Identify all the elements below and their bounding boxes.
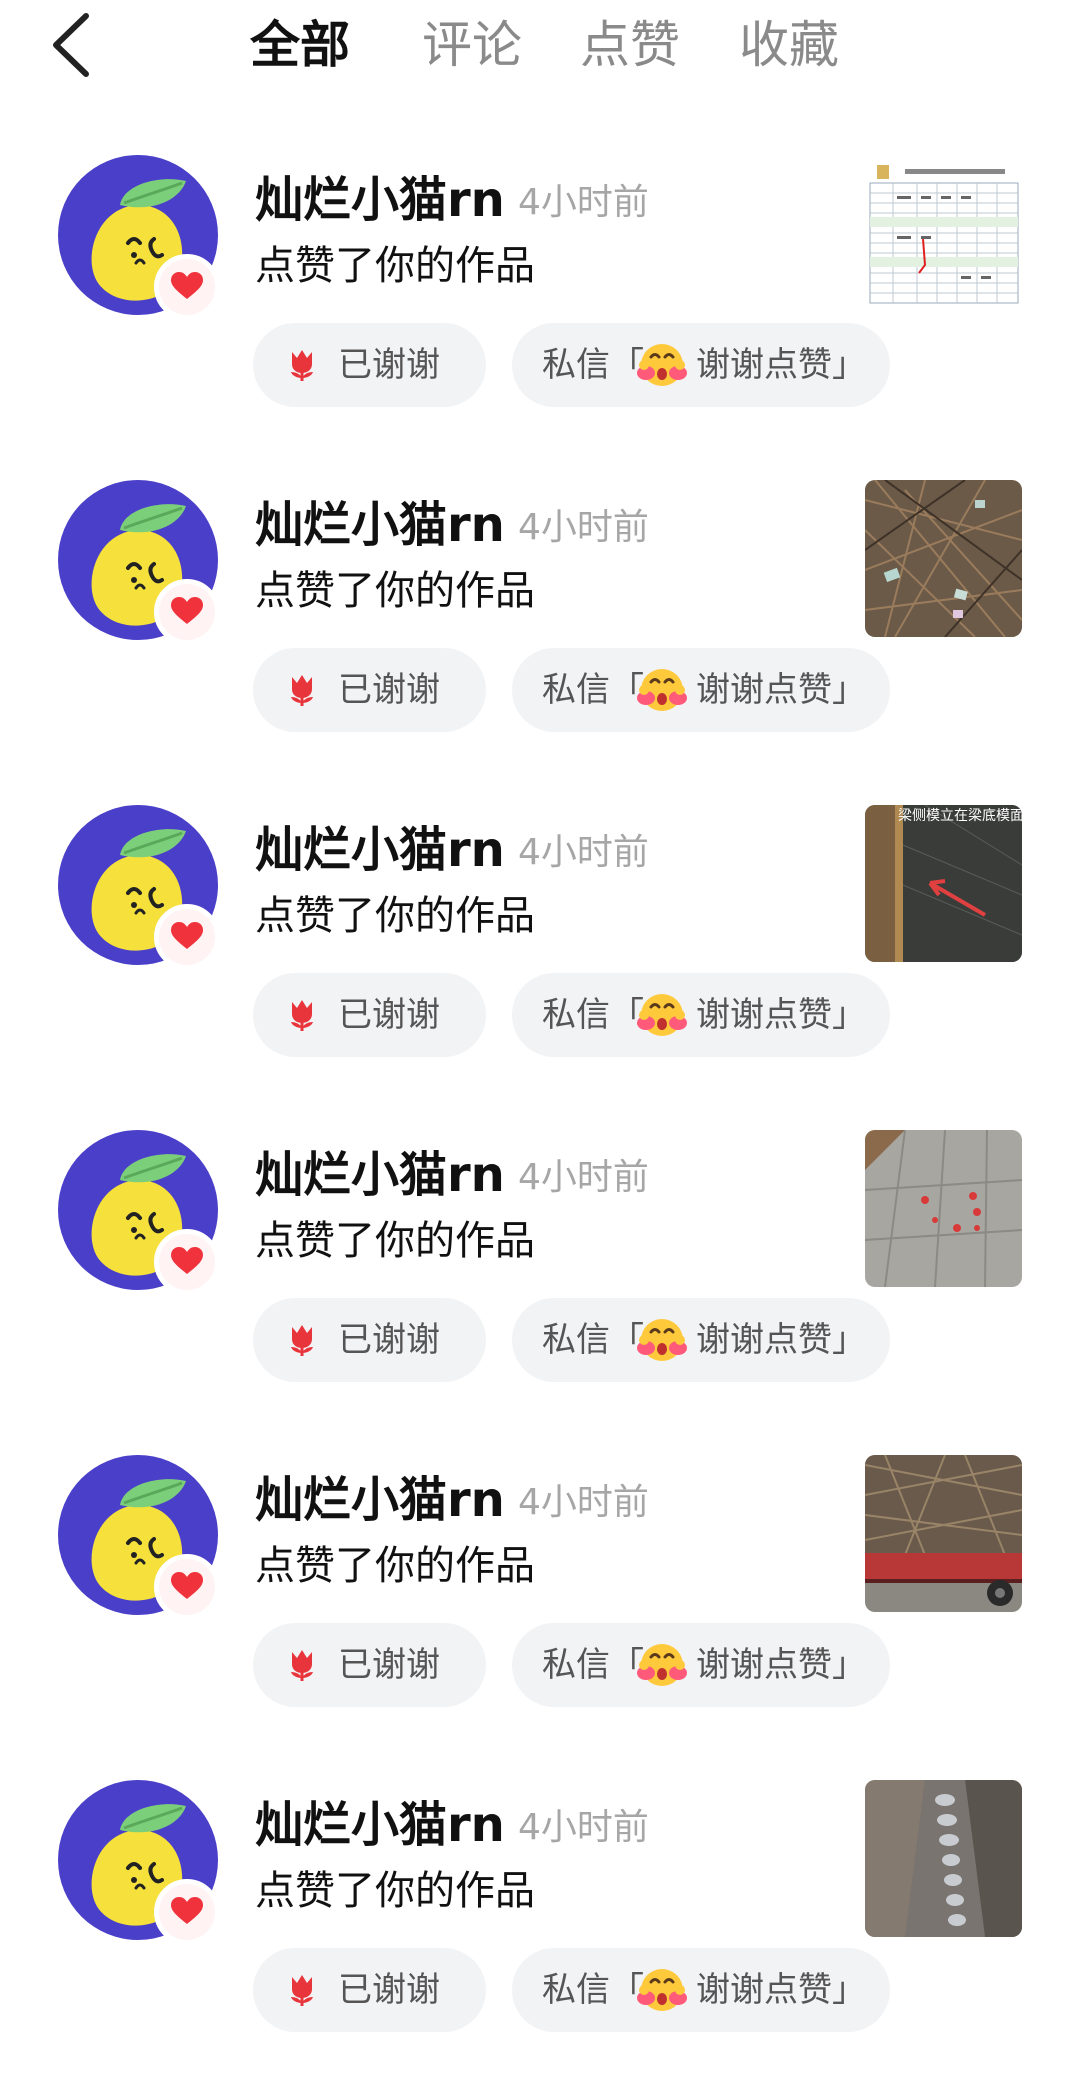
thanked-button[interactable]: 已谢谢 (253, 973, 486, 1057)
blushing-emoji-icon (637, 341, 687, 389)
tulip-icon (286, 1973, 318, 2007)
dm-text: 谢谢点赞」 (696, 1645, 866, 1685)
username[interactable]: 灿烂小猫rn (255, 1470, 505, 1530)
username[interactable]: 灿烂小猫rn (255, 1795, 505, 1855)
dm-prefix: 私信「 (542, 1970, 644, 2010)
tulip-icon (286, 1323, 318, 1357)
dm-thanks-button[interactable]: 私信「 谢谢点赞」 (512, 648, 890, 732)
like-badge (154, 904, 220, 970)
thanked-button[interactable]: 已谢谢 (253, 323, 486, 407)
top-bar: 全部 评论 点赞 收藏 (0, 0, 1080, 100)
dm-prefix: 私信「 (542, 995, 644, 1035)
dm-prefix: 私信「 (542, 1645, 644, 1685)
like-badge (154, 579, 220, 645)
username[interactable]: 灿烂小猫rn (255, 820, 505, 880)
list-item[interactable]: 灿烂小猫rn 4小时前 点赞了你的作品 已谢谢 私信「 谢谢点赞」 (0, 1755, 1080, 2080)
tulip-icon (286, 1648, 318, 1682)
list-item[interactable]: 灿烂小猫rn 4小时前 点赞了你的作品 梁侧模立在梁底模面 已谢谢 私信「 谢谢… (0, 780, 1080, 1105)
blushing-emoji-icon (637, 1966, 687, 2014)
blushing-emoji-icon (637, 991, 687, 1039)
action-text: 点赞了你的作品 (255, 243, 535, 289)
username[interactable]: 灿烂小猫rn (255, 170, 505, 230)
thumbnail-image (865, 1780, 1022, 1937)
action-text: 点赞了你的作品 (255, 1868, 535, 1914)
blushing-emoji-icon (637, 666, 687, 714)
thumbnail-image (865, 480, 1022, 637)
thumbnail-image (865, 1455, 1022, 1612)
action-text: 点赞了你的作品 (255, 1543, 535, 1589)
blushing-emoji-icon (637, 1641, 687, 1689)
dm-thanks-button[interactable]: 私信「 谢谢点赞」 (512, 973, 890, 1057)
thumbnail-image: 梁侧模立在梁底模面 (865, 805, 1022, 962)
tab-all[interactable]: 全部 (250, 10, 350, 80)
action-text: 点赞了你的作品 (255, 893, 535, 939)
thanked-label: 已谢谢 (338, 1970, 440, 2010)
dm-prefix: 私信「 (542, 670, 644, 710)
thanked-label: 已谢谢 (338, 1645, 440, 1685)
like-badge (154, 254, 220, 320)
tulip-icon (286, 673, 318, 707)
like-badge (154, 1879, 220, 1945)
dm-text: 谢谢点赞」 (696, 1320, 866, 1360)
heart-icon (171, 272, 203, 300)
thanked-button[interactable]: 已谢谢 (253, 648, 486, 732)
list-item[interactable]: 灿烂小猫rn 4小时前 点赞了你的作品 已谢谢 私信「 谢谢点赞」 (0, 1430, 1080, 1755)
heart-icon (171, 597, 203, 625)
notification-list: 灿烂小猫rn 4小时前 点赞了你的作品 已谢谢 私信「 谢谢点赞」 灿烂小猫rn… (0, 130, 1080, 2080)
heart-icon (171, 922, 203, 950)
thumbnail-image (865, 155, 1022, 312)
thanked-label: 已谢谢 (338, 345, 440, 385)
thanked-label: 已谢谢 (338, 670, 440, 710)
username[interactable]: 灿烂小猫rn (255, 495, 505, 555)
dm-prefix: 私信「 (542, 1320, 644, 1360)
list-item[interactable]: 灿烂小猫rn 4小时前 点赞了你的作品 已谢谢 私信「 谢谢点赞」 (0, 130, 1080, 455)
thumbnail-caption: 梁侧模立在梁底模面 (898, 808, 1022, 824)
chevron-left-icon[interactable] (48, 10, 98, 80)
like-badge (154, 1229, 220, 1295)
dm-text: 谢谢点赞」 (696, 345, 866, 385)
tab-comments[interactable]: 评论 (422, 10, 522, 80)
dm-thanks-button[interactable]: 私信「 谢谢点赞」 (512, 1623, 890, 1707)
tab-likes[interactable]: 点赞 (580, 10, 680, 80)
dm-prefix: 私信「 (542, 345, 644, 385)
username[interactable]: 灿烂小猫rn (255, 1145, 505, 1205)
list-item[interactable]: 灿烂小猫rn 4小时前 点赞了你的作品 已谢谢 私信「 谢谢点赞」 (0, 455, 1080, 780)
thanked-button[interactable]: 已谢谢 (253, 1623, 486, 1707)
timestamp: 4小时前 (518, 1482, 649, 1523)
dm-text: 谢谢点赞」 (696, 670, 866, 710)
tulip-icon (286, 998, 318, 1032)
thanked-label: 已谢谢 (338, 1320, 440, 1360)
timestamp: 4小时前 (518, 1157, 649, 1198)
heart-icon (171, 1897, 203, 1925)
tab-favorites[interactable]: 收藏 (739, 10, 839, 80)
dm-thanks-button[interactable]: 私信「 谢谢点赞」 (512, 323, 890, 407)
timestamp: 4小时前 (518, 832, 649, 873)
dm-thanks-button[interactable]: 私信「 谢谢点赞」 (512, 1298, 890, 1382)
beam-formwork-thumbnail[interactable]: 梁侧模立在梁底模面 (865, 805, 1022, 962)
thanked-button[interactable]: 已谢谢 (253, 1298, 486, 1382)
rebar-truck-thumbnail[interactable] (865, 1455, 1022, 1612)
dm-thanks-button[interactable]: 私信「 谢谢点赞」 (512, 1948, 890, 2032)
heart-icon (171, 1247, 203, 1275)
dm-text: 谢谢点赞」 (696, 1970, 866, 2010)
like-badge (154, 1554, 220, 1620)
thanked-label: 已谢谢 (338, 995, 440, 1035)
thanked-button[interactable]: 已谢谢 (253, 1948, 486, 2032)
action-text: 点赞了你的作品 (255, 568, 535, 614)
timestamp: 4小时前 (518, 1807, 649, 1848)
weld-seam-thumbnail[interactable] (865, 1780, 1022, 1937)
tulip-icon (286, 348, 318, 382)
blushing-emoji-icon (637, 1316, 687, 1364)
concrete-marked-thumbnail[interactable] (865, 1130, 1022, 1287)
timestamp: 4小时前 (518, 182, 649, 223)
timestamp: 4小时前 (518, 507, 649, 548)
rebar-debris-thumbnail[interactable] (865, 480, 1022, 637)
dm-text: 谢谢点赞」 (696, 995, 866, 1035)
list-item[interactable]: 灿烂小猫rn 4小时前 点赞了你的作品 已谢谢 私信「 谢谢点赞」 (0, 1105, 1080, 1430)
action-text: 点赞了你的作品 (255, 1218, 535, 1264)
heart-icon (171, 1572, 203, 1600)
thumbnail-image (865, 1130, 1022, 1287)
table-document-thumbnail[interactable] (865, 155, 1022, 312)
